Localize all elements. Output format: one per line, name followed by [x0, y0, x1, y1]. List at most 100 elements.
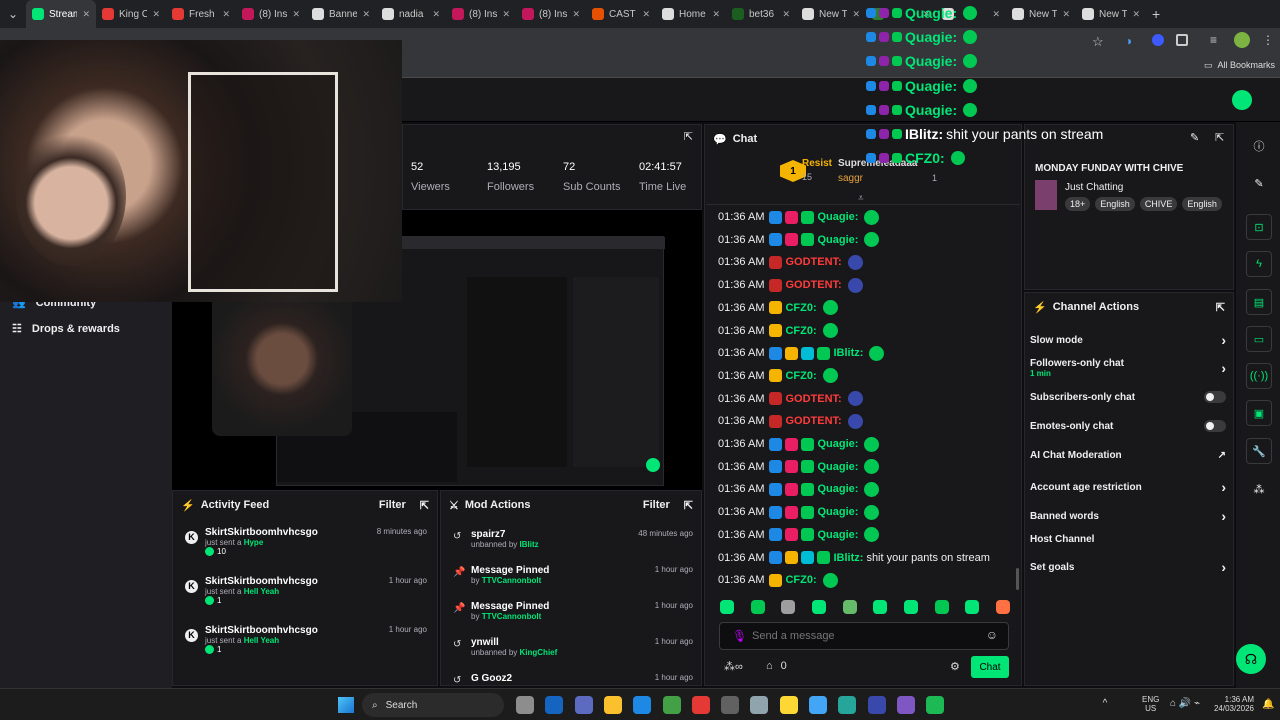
browser-tab[interactable]: (8) Ins ✕ [516, 0, 586, 28]
activity-item[interactable]: SkirtSkirtboomhvhcsgo just sent a Hell Ye… [205, 576, 427, 605]
all-bookmarks[interactable]: ▭ All Bookmarks [1204, 60, 1275, 71]
chat-message[interactable]: 01:36 AM CFZ0: [718, 570, 838, 590]
chat-username[interactable]: CFZ0: [785, 370, 816, 382]
chat-message[interactable]: 01:36 AM Quagie: [718, 479, 880, 499]
leaderboard-user-3[interactable]: saggr [838, 173, 863, 184]
channel-action-slow-mode[interactable]: Slow mode › [1030, 332, 1226, 348]
document-icon[interactable]: ▤ [1246, 289, 1272, 315]
taskbar-app-icon[interactable] [516, 696, 534, 714]
tab-close-icon[interactable]: ✕ [502, 9, 510, 20]
chat-scrollbar[interactable] [1016, 568, 1019, 590]
tab-close-icon[interactable]: ✕ [852, 9, 860, 20]
tab-close-icon[interactable]: ✕ [292, 9, 300, 20]
emoji-icon[interactable]: ☺ [986, 628, 998, 642]
users-icon[interactable]: ⁂ [1246, 476, 1272, 502]
quick-emote-icon[interactable] [965, 600, 980, 614]
tab-close-icon[interactable]: ✕ [1062, 9, 1070, 20]
chat-username[interactable]: IBlitz: [833, 347, 863, 359]
channel-action-banned-words[interactable]: Banned words › [1030, 508, 1226, 524]
channel-action-ai-chat-moderation[interactable]: AI Chat Moderation ↗ [1030, 450, 1226, 461]
taskbar-app-icon[interactable] [691, 696, 710, 714]
support-headset-button[interactable]: ☊ [1236, 644, 1266, 674]
chat-message[interactable]: 01:36 AM Quagie: [718, 502, 880, 522]
bits-counter[interactable]: ⌂ 0 [766, 660, 787, 672]
quick-emote-icon[interactable] [750, 600, 765, 614]
chat-message[interactable]: 01:36 AM IBlitz: shit your pants on stream [718, 548, 990, 568]
quick-emote-icon[interactable] [811, 600, 826, 614]
taskbar-search[interactable]: ⌕ Search [362, 693, 504, 717]
taskbar-app-icon[interactable] [574, 696, 593, 714]
chat-message[interactable]: 01:36 AM Quagie: [718, 457, 880, 477]
star-icon[interactable]: ☆ [1092, 34, 1104, 50]
taskbar-app-icon[interactable] [545, 696, 564, 714]
mic-icon[interactable]: 🎙 [732, 629, 747, 643]
taskbar-app-icon[interactable] [926, 696, 945, 714]
tab-close-icon[interactable]: ✕ [712, 9, 720, 20]
chat-username[interactable]: GODTENT: [785, 256, 841, 268]
chat-username[interactable]: CFZ0: [785, 325, 816, 337]
browser-tab[interactable]: (8) Ins ✕ [446, 0, 516, 28]
chat-username[interactable]: GODTENT: [785, 279, 841, 291]
chat-username[interactable]: Quagie: [817, 234, 858, 246]
quick-emote-icon[interactable] [781, 600, 796, 614]
toggle-switch[interactable] [1204, 391, 1226, 403]
chat-message[interactable]: 01:36 AM CFZ0: [718, 321, 838, 341]
tab-close-icon[interactable]: ✕ [432, 9, 440, 20]
collapse-leaderboard-icon[interactable]: ⩡ [858, 193, 864, 204]
chat-message[interactable]: 01:36 AM GODTENT: [718, 252, 863, 272]
tab-close-icon[interactable]: ✕ [782, 9, 790, 20]
chat-username[interactable]: Quagie: [817, 506, 858, 518]
pencil-icon[interactable]: ✎ [1246, 170, 1272, 196]
activity-filter-button[interactable]: Filter [379, 499, 406, 511]
chat-message[interactable]: 01:36 AM CFZ0: [718, 298, 838, 318]
chat-message[interactable]: 01:36 AM GODTENT: [718, 275, 863, 295]
chat-username[interactable]: Quagie: [817, 211, 858, 223]
lightning-icon[interactable]: ϟ [1246, 251, 1272, 277]
chat-username[interactable]: Quagie: [817, 483, 858, 495]
browser-tab[interactable]: nadia ✕ [376, 0, 446, 28]
stream-tag[interactable]: English [1095, 197, 1135, 211]
leaderboard-user-1[interactable]: Resist [802, 158, 832, 169]
browser-tab[interactable]: New T ✕ [1006, 0, 1076, 28]
browser-tab[interactable]: New T ✕ [796, 0, 866, 28]
profile-avatar[interactable] [1234, 32, 1250, 48]
tab-close-icon[interactable]: ✕ [992, 9, 1000, 20]
browser-tab[interactable]: King C ✕ [96, 0, 166, 28]
taskbar-app-icon[interactable] [896, 696, 915, 714]
stream-tag[interactable]: 18+ [1065, 197, 1091, 211]
chat-username[interactable]: Quagie: [817, 529, 858, 541]
extension-icon[interactable]: ◗ [1126, 34, 1133, 48]
browser-tab[interactable]: New T ✕ [1076, 0, 1146, 28]
quick-emote-icon[interactable] [720, 600, 734, 614]
nav-drops[interactable]: ☷ Drops & rewards [12, 322, 120, 336]
chat-message[interactable]: 01:36 AM IBlitz: [718, 343, 885, 363]
tab-close-icon[interactable]: ✕ [1132, 9, 1140, 20]
tab-close-icon[interactable]: ✕ [82, 9, 90, 20]
channel-action-account-age-restriction[interactable]: Account age restriction › [1030, 479, 1226, 495]
tab-close-icon[interactable]: ✕ [222, 9, 230, 20]
clock[interactable]: 1:36 AM 24/03/2026 [1208, 695, 1254, 713]
chat-message[interactable]: 01:36 AM GODTENT: [718, 389, 863, 409]
notification-icon[interactable]: 🔔 [1262, 699, 1274, 710]
popout-icon[interactable]: ⇱ [684, 499, 693, 512]
chat-username[interactable]: IBlitz: [833, 552, 863, 564]
menu-icon[interactable]: ⋮ [1262, 33, 1274, 47]
chat-message[interactable]: 01:36 AM GODTENT: [718, 411, 863, 431]
chat-username[interactable]: Quagie: [817, 438, 858, 450]
tab-close-icon[interactable]: ✕ [642, 9, 650, 20]
browser-tab[interactable]: Banne ✕ [306, 0, 376, 28]
taskbar-app-icon[interactable] [721, 696, 740, 714]
stream-tag[interactable]: English [1182, 197, 1222, 211]
popout-icon[interactable]: ⇱ [420, 499, 429, 512]
chat-username[interactable]: GODTENT: [785, 415, 841, 427]
channel-action-followers-only-chat[interactable]: Followers-only chat 1 min › [1030, 358, 1226, 378]
taskbar-app-icon[interactable] [867, 696, 886, 714]
chat-message[interactable]: 01:36 AM Quagie: [718, 525, 880, 545]
quick-emote-icon[interactable] [995, 600, 1010, 614]
popout-icon[interactable]: ⇱ [1216, 301, 1225, 314]
mod-action-item[interactable]: spairz7 unbanned by IBlitz 48 minutes ago [471, 529, 693, 549]
target-icon[interactable]: ⊡ [1246, 214, 1272, 240]
category-boxart[interactable] [1035, 180, 1057, 210]
browser-tab[interactable]: Fresh ✕ [166, 0, 236, 28]
mod-action-item[interactable]: Message Pinned by TTVCannonbolt 1 hour ago [471, 565, 693, 585]
